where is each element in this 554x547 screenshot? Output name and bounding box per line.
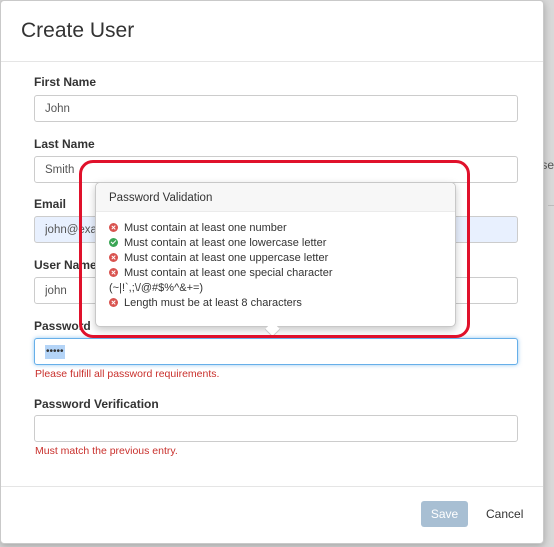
- password-verification-error: Must match the previous entry.: [35, 445, 178, 457]
- special-characters-list: (~|!`,;\/@#$%^&+=): [109, 282, 204, 294]
- x-circle-icon: [109, 268, 118, 277]
- dialog-header: Create User: [1, 1, 543, 62]
- rule-text: Must contain at least one lowercase lett…: [124, 237, 327, 249]
- last-name-input[interactable]: [34, 156, 518, 183]
- email-label: Email: [34, 197, 67, 211]
- password-error: Please fulfill all password requirements…: [35, 368, 220, 380]
- password-validation-popover: Password Validation Must contain at leas…: [95, 182, 456, 338]
- password-verification-label: Password Verification: [34, 397, 159, 411]
- dialog-title: Create User: [21, 19, 135, 42]
- background-app-divider: [548, 205, 554, 206]
- x-circle-icon: [109, 253, 118, 262]
- dialog-footer: [1, 486, 543, 487]
- password-verification-input[interactable]: [34, 415, 518, 442]
- cancel-button[interactable]: Cancel: [480, 501, 528, 527]
- rule-text: Length must be at least 8 characters: [124, 297, 302, 309]
- rule-item: Must contain at least one uppercase lett…: [109, 251, 333, 266]
- rule-item: Must contain at least one lowercase lett…: [109, 236, 333, 251]
- x-circle-icon: [109, 223, 118, 232]
- save-button[interactable]: Save: [421, 501, 468, 527]
- user-name-label: User Name: [34, 258, 97, 272]
- password-masked-value: •••••: [45, 345, 65, 359]
- rule-item: Must contain at least one special charac…: [109, 266, 333, 281]
- first-name-label: First Name: [34, 75, 97, 89]
- popover-title: Password Validation: [109, 192, 213, 204]
- last-name-label: Last Name: [34, 137, 95, 151]
- password-label: Password: [34, 319, 91, 333]
- popover-header: Password Validation: [96, 183, 455, 212]
- validation-rule-list: Must contain at least one number Must co…: [109, 221, 333, 311]
- rule-item: Must contain at least one number: [109, 221, 333, 236]
- password-input[interactable]: [34, 338, 518, 365]
- rule-item: Length must be at least 8 characters: [109, 296, 333, 311]
- x-circle-icon: [109, 298, 118, 307]
- first-name-input[interactable]: [34, 95, 518, 122]
- rule-text: Must contain at least one special charac…: [124, 267, 333, 279]
- rule-text: Must contain at least one uppercase lett…: [124, 252, 329, 264]
- check-circle-icon: [109, 238, 118, 247]
- rule-text: Must contain at least one number: [124, 222, 287, 234]
- rule-note: (~|!`,;\/@#$%^&+=): [109, 281, 333, 296]
